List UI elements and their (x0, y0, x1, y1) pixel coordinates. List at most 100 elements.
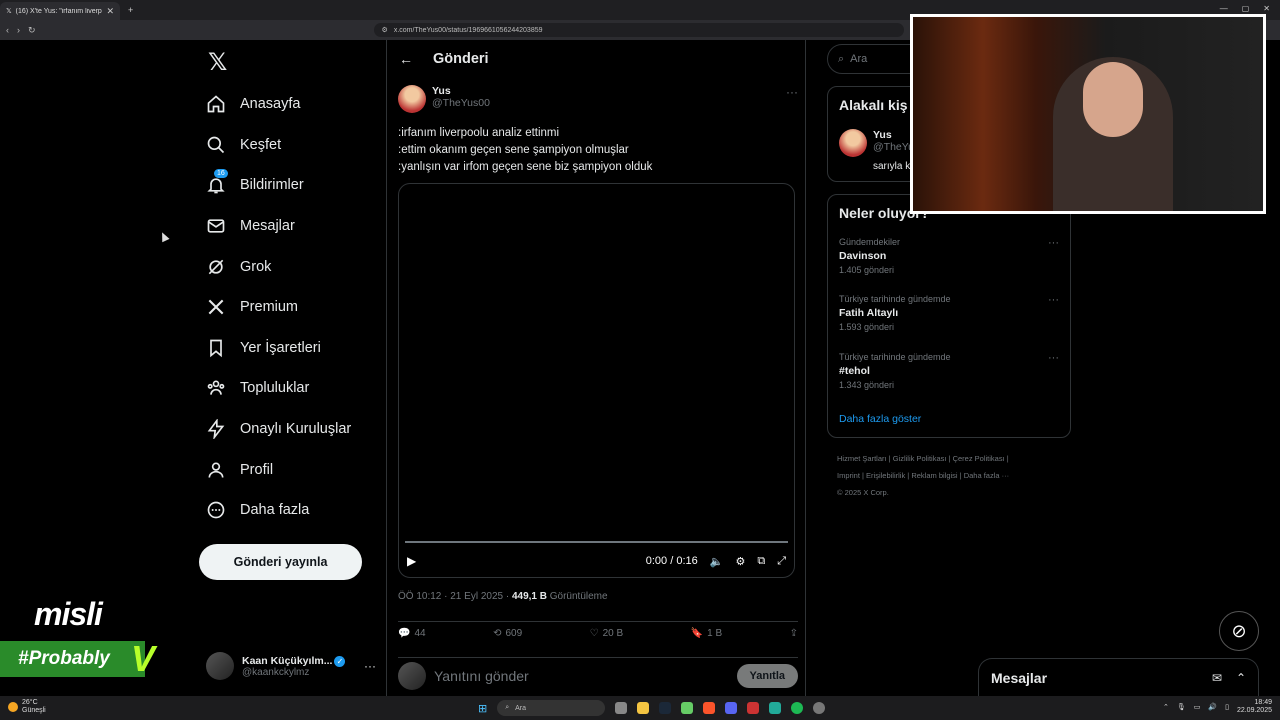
nav-item-bookmarks[interactable]: Yer İşaretleri (196, 328, 382, 369)
play-icon[interactable]: ▶ (407, 554, 416, 568)
new-tab-icon[interactable]: + (128, 5, 133, 15)
video-progress-bar[interactable] (405, 541, 788, 543)
brave-browser-icon[interactable] (703, 702, 716, 714)
footer-line[interactable]: Hizmet Şartları | Gizlilik Politikası | … (837, 450, 1067, 467)
nav-item-premium[interactable]: Premium (196, 287, 382, 328)
network-icon[interactable]: ▭ (1194, 703, 1201, 711)
nav-item-messages[interactable]: Mesajlar (196, 206, 382, 247)
show-more-link[interactable]: Daha fazla göster (839, 413, 921, 425)
site-info-icon[interactable]: ⚙ (382, 26, 388, 34)
close-tab-icon[interactable]: ✕ (106, 6, 114, 17)
verified-badge-icon: ✓ (334, 655, 346, 667)
author-avatar[interactable] (398, 85, 426, 113)
streamer-head (1083, 62, 1143, 137)
nav-item-home[interactable]: Anasayfa (196, 84, 382, 125)
volume-icon[interactable]: 🔈 (710, 555, 724, 568)
trend-name: Fatih Altaylı (839, 307, 899, 319)
more-options-icon[interactable]: ··· (364, 659, 376, 673)
browser-tab[interactable]: 𝕏 (16) X'te Yus: "irfanım liverpoolu ✕ (0, 2, 120, 20)
expand-icon[interactable]: ⌃ (1236, 671, 1246, 685)
x-favicon-icon: 𝕏 (6, 8, 12, 15)
tray-chevron-icon[interactable]: ⌃ (1163, 703, 1169, 711)
video-player[interactable]: ▶ 0:00 / 0:16 🔈 ⚙ ⧉ ⤢ (398, 183, 795, 578)
nav-item-grok[interactable]: Grok (196, 246, 382, 287)
reply-action[interactable]: 💬 44 (398, 628, 426, 639)
avatar (839, 129, 867, 157)
system-tray: ⌃ 🎙 ▭ 🔊 ▯ 18:49 22.09.2025 (1163, 699, 1272, 715)
pip-icon[interactable]: ⧉ (757, 555, 765, 568)
footer-line[interactable]: Imprint | Erişilebilirlik | Reklam bilgi… (837, 467, 1067, 484)
nav-label: Keşfet (240, 136, 282, 153)
account-switcher[interactable]: Kaan Küçükyılm... ✓ @kaankckylmz ··· (206, 648, 376, 684)
windows-start-icon[interactable]: ⊞ (478, 702, 487, 715)
nav-label: Yer İşaretleri (240, 339, 321, 356)
forward-nav-icon[interactable]: › (17, 25, 20, 35)
reload-icon[interactable]: ↻ (28, 25, 36, 36)
spotify-icon[interactable] (791, 702, 804, 714)
microphone-icon[interactable]: 🎙 (1177, 703, 1186, 711)
settings-gear-icon[interactable]: ⚙ (735, 555, 745, 568)
trend-count: 1.593 gönderi (839, 322, 895, 332)
repost-action[interactable]: ⟲ 609 (493, 628, 522, 639)
weather-widget[interactable]: 26°C Güneşli (8, 699, 46, 715)
url-field[interactable]: ⚙ x.com/TheYus00/status/1969661056244203… (373, 23, 904, 37)
task-view-icon[interactable] (615, 702, 628, 714)
trend-name: #tehol (839, 365, 870, 377)
nav-item-notifications[interactable]: 16 Bildirimler (196, 165, 382, 206)
nav-label: Grok (240, 258, 272, 275)
author-handle[interactable]: @TheYus00 (432, 97, 490, 109)
app-icon[interactable] (769, 702, 782, 714)
more-options-icon[interactable]: ··· (1048, 237, 1059, 249)
trend-item[interactable]: Gündemdekiler Davinson 1.405 gönderi ··· (839, 237, 1061, 275)
new-message-icon[interactable]: ✉ (1212, 671, 1222, 685)
related-title: Alakalı kiş (839, 97, 908, 113)
tweet-more-icon[interactable]: ··· (786, 85, 798, 113)
nav-item-more[interactable]: Daha fazla (196, 490, 382, 531)
nav-item-explore[interactable]: Keşfet (196, 125, 382, 166)
back-nav-icon[interactable]: ‹ (6, 25, 9, 35)
reply-button[interactable]: Yanıtla (736, 664, 798, 688)
file-explorer-icon[interactable] (637, 702, 650, 714)
nav-item-communities[interactable]: Topluluklar (196, 368, 382, 409)
trend-item[interactable]: Türkiye tarihinde gündemde #tehol 1.343 … (839, 352, 1061, 390)
discord-icon[interactable] (725, 702, 738, 714)
more-options-icon[interactable]: ··· (1048, 294, 1059, 306)
related-user[interactable]: Yus @TheYu (839, 129, 914, 157)
app-icon[interactable] (747, 702, 760, 714)
nav-item-verified-orgs[interactable]: Onaylı Kuruluşlar (196, 409, 382, 450)
like-action[interactable]: ♡ 20 B (590, 628, 624, 639)
app-icon[interactable] (681, 702, 694, 714)
trend-item[interactable]: Türkiye tarihinde gündemde Fatih Altaylı… (839, 294, 1061, 332)
tweet-timestamp[interactable]: ÖÖ 10:12 · 21 Eyl 2025 · (398, 591, 512, 602)
author-name[interactable]: Yus (432, 85, 490, 97)
battery-icon[interactable]: ▯ (1225, 703, 1229, 711)
steam-icon[interactable] (659, 702, 672, 714)
more-options-icon[interactable]: ··· (1048, 352, 1059, 364)
post-button[interactable]: Gönderi yayınla (199, 544, 362, 580)
minimize-icon[interactable]: — (1220, 4, 1228, 13)
share-action[interactable]: ⇪ (790, 628, 798, 639)
mail-icon (207, 219, 225, 233)
grok-floating-button[interactable]: ⊘ (1219, 611, 1259, 651)
fullscreen-icon[interactable]: ⤢ (777, 555, 786, 568)
settings-icon[interactable] (813, 702, 826, 714)
views-label: Görüntüleme (546, 591, 608, 602)
close-window-icon[interactable]: ✕ (1263, 4, 1270, 13)
back-arrow-icon[interactable]: ← (399, 51, 413, 67)
taskbar-search[interactable]: ⌕ Ara (497, 700, 606, 716)
x-logo-icon[interactable]: 𝕏 (208, 48, 227, 76)
tweet-meta: ÖÖ 10:12 · 21 Eyl 2025 · 449,1 B Görüntü… (398, 591, 608, 602)
messages-drawer[interactable]: Mesajlar ✉ ⌃ (978, 658, 1259, 696)
grok-icon (208, 259, 224, 274)
tweet-actions: 💬 44 ⟲ 609 ♡ 20 B 🔖 1 B ⇪ (398, 621, 798, 639)
bookmark-action[interactable]: 🔖 1 B (691, 628, 722, 639)
volume-icon[interactable]: 🔊 (1208, 703, 1217, 711)
reply-input[interactable]: Yanıtını gönder (434, 668, 729, 684)
trends-card: Neler oluyor? Gündemdekiler Davinson 1.4… (827, 194, 1071, 438)
page-title: Gönderi (433, 51, 489, 67)
views-count: 449,1 B (511, 591, 547, 602)
tweet-header: Yus @TheYus00 ··· (398, 85, 798, 113)
clock[interactable]: 18:49 22.09.2025 (1237, 699, 1272, 715)
maximize-icon[interactable]: ▢ (1242, 4, 1250, 13)
nav-item-profile[interactable]: Profil (196, 449, 382, 490)
